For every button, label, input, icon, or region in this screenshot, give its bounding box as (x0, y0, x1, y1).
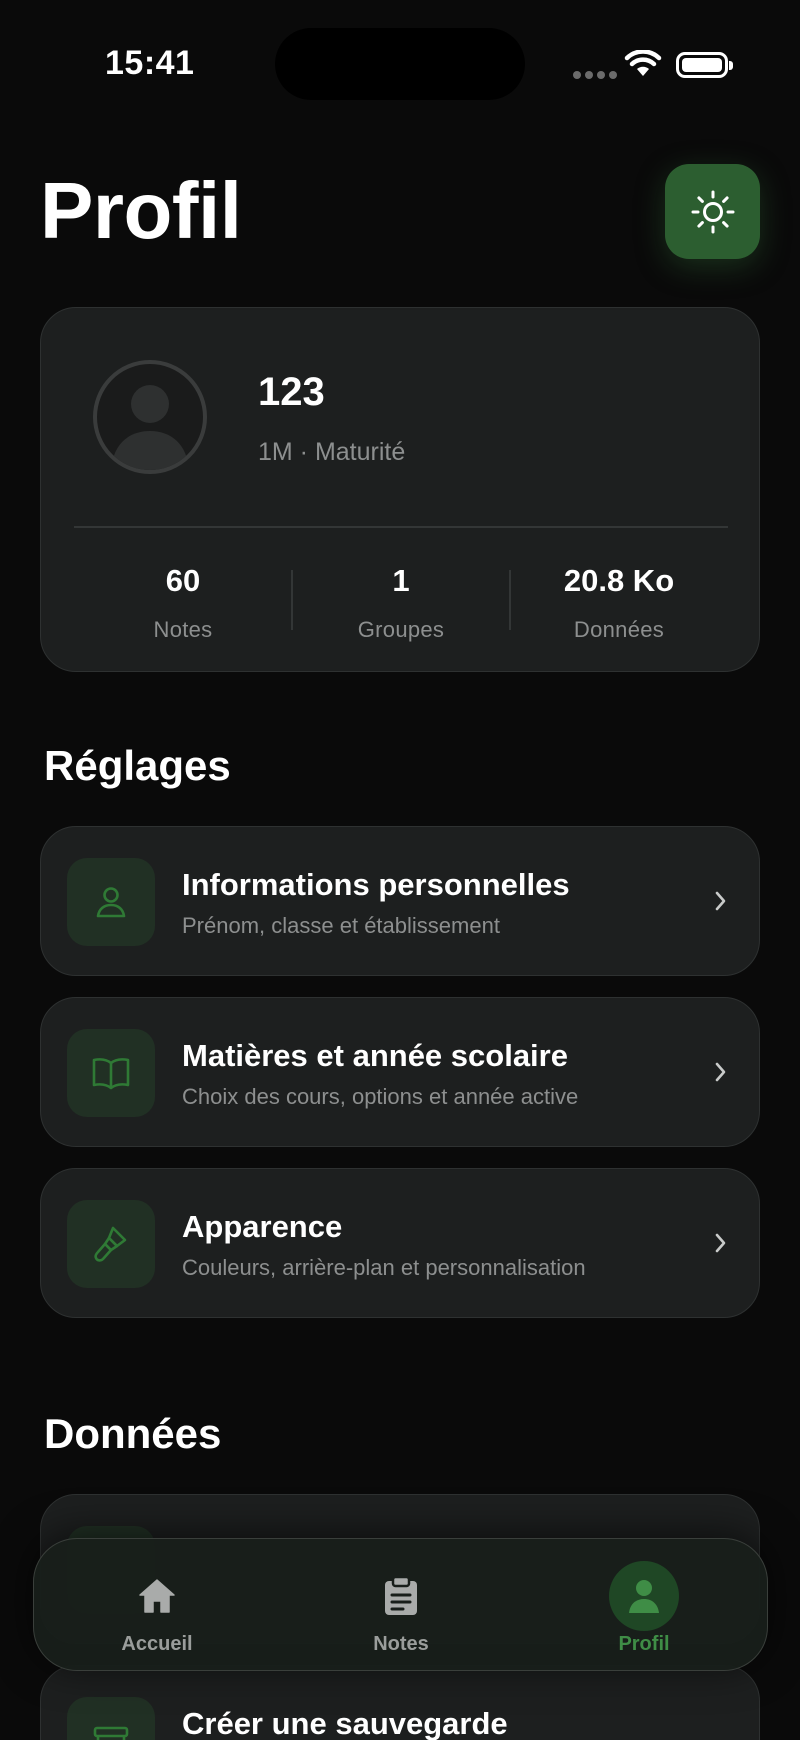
chevron-right-icon (715, 1062, 726, 1082)
row-title: Apparence (182, 1209, 343, 1244)
battery-icon (676, 52, 733, 78)
archive-icon (93, 1726, 129, 1740)
wifi-icon (624, 50, 662, 76)
row-icon-container (67, 1697, 155, 1740)
cellular-signal-icon (573, 71, 617, 79)
tab-icon-wrap (366, 1561, 436, 1631)
tab-icon-wrap (609, 1561, 679, 1631)
row-title: Créer une sauvegarde (182, 1706, 508, 1740)
stat-label: Notes (153, 617, 213, 642)
row-icon-container (67, 858, 155, 946)
stat-divider (509, 570, 511, 630)
avatar-placeholder-icon (111, 385, 189, 470)
status-time: 15:41 (105, 44, 195, 82)
tab-icon-wrap (122, 1561, 192, 1631)
row-subtitle: Couleurs, arrière-plan et personnalisati… (182, 1255, 586, 1280)
stat-value: 20.8 Ko (563, 563, 675, 598)
page-title: Profil (40, 166, 242, 255)
row-subtitle: Choix des cours, options et année active (182, 1084, 579, 1109)
person-icon (96, 887, 126, 918)
avatar[interactable] (93, 360, 207, 474)
row-subtitle: Prénom, classe et établissement (182, 913, 500, 938)
section-title-data: Données (44, 1410, 222, 1457)
book-icon (92, 1058, 130, 1090)
theme-toggle-button[interactable] (665, 164, 760, 259)
tab-home[interactable]: Accueil (77, 1539, 237, 1672)
person-icon (629, 1580, 659, 1613)
tab-label: Profil (618, 1633, 670, 1655)
stat-divider (291, 570, 293, 630)
user-class-meta: 1M · Maturité (258, 438, 406, 466)
row-title: Matières et année scolaire (182, 1038, 568, 1073)
chevron-right-icon (715, 1233, 726, 1253)
chevron-right-icon (715, 891, 726, 911)
divider (74, 526, 728, 528)
stat-value: 60 (165, 563, 201, 598)
dynamic-island (275, 28, 525, 100)
home-icon (139, 1579, 175, 1613)
data-item-create-backup[interactable]: Créer une sauvegarde (40, 1665, 760, 1740)
paintbrush-icon (94, 1226, 127, 1262)
tab-notes[interactable]: Notes (321, 1539, 481, 1672)
row-title: Informations personnelles (182, 867, 570, 902)
section-title-settings: Réglages (44, 742, 231, 789)
clipboard-icon (385, 1575, 417, 1615)
tab-profile[interactable]: Profil (564, 1539, 724, 1672)
stat-data-size: 20.8 Ko Données (519, 563, 719, 643)
sun-icon (691, 190, 734, 233)
settings-item-personal-info[interactable]: Informations personnelles Prénom, classe… (40, 826, 760, 976)
settings-item-subjects[interactable]: Matières et année scolaire Choix des cou… (40, 997, 760, 1147)
stat-value: 1 (392, 563, 410, 598)
row-icon-container (67, 1200, 155, 1288)
user-name: 123 (258, 370, 325, 414)
row-icon-container (67, 1029, 155, 1117)
profile-screen: 15:41 Profil 123 1M · Maturité 60 Notes … (0, 0, 800, 1740)
settings-item-appearance[interactable]: Apparence Couleurs, arrière-plan et pers… (40, 1168, 760, 1318)
tab-label: Accueil (121, 1633, 193, 1655)
stat-label: Groupes (357, 617, 445, 642)
bottom-tab-bar: Accueil Notes Profil (33, 1538, 768, 1671)
stat-label: Données (573, 617, 665, 642)
profile-card: 123 1M · Maturité 60 Notes 1 Groupes 20.… (40, 307, 760, 672)
stat-groups: 1 Groupes (301, 563, 501, 643)
stat-notes: 60 Notes (83, 563, 283, 643)
tab-label: Notes (373, 1633, 429, 1655)
